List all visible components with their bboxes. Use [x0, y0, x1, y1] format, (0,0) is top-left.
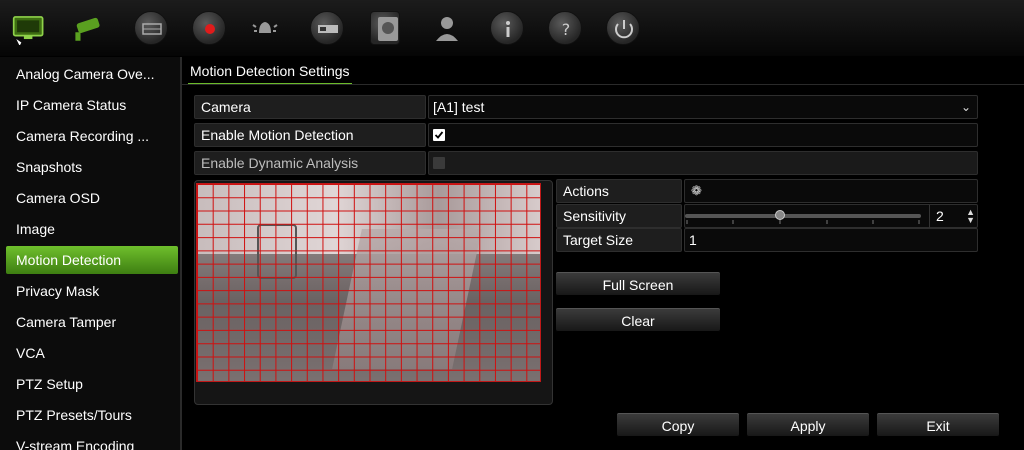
sidebar-item-ptz-setup[interactable]: PTZ Setup [6, 370, 178, 398]
motion-grid-overlay [197, 184, 540, 381]
motion-area-grid[interactable] [196, 183, 541, 382]
top-toolbar: ? [0, 0, 1024, 56]
slider-thumb[interactable] [775, 210, 785, 220]
camera-icon[interactable] [72, 11, 112, 45]
sensitivity-label: Sensitivity [556, 204, 682, 228]
target-size-row: Target Size 1 [556, 228, 978, 252]
device-icon[interactable] [310, 11, 344, 45]
network-icon[interactable] [134, 11, 168, 45]
sidebar-item-ptz-presets-tours[interactable]: PTZ Presets/Tours [6, 401, 178, 429]
sidebar-item-motion-detection[interactable]: Motion Detection [6, 246, 178, 274]
enable-motion-field [428, 123, 978, 147]
sidebar-item-analog-camera-overview[interactable]: Analog Camera Ove... [6, 60, 178, 88]
user-icon[interactable] [430, 11, 464, 45]
target-size-input[interactable]: 1 [684, 228, 978, 252]
clear-button[interactable]: Clear [556, 308, 720, 332]
full-screen-button[interactable]: Full Screen [556, 272, 720, 296]
enable-dynamic-checkbox[interactable] [433, 157, 445, 169]
power-icon[interactable] [606, 11, 640, 45]
gear-icon[interactable]: ❁ [691, 184, 705, 198]
sidebar-item-vstream-encoding[interactable]: V-stream Encoding [6, 432, 178, 450]
sidebar-item-camera-osd[interactable]: Camera OSD [6, 184, 178, 212]
alarm-icon[interactable] [248, 11, 282, 45]
tab-motion-detection-settings[interactable]: Motion Detection Settings [188, 59, 352, 85]
actions-row: Actions ❁ [556, 179, 978, 203]
target-size-label: Target Size [556, 228, 682, 252]
sidebar-item-ip-camera-status[interactable]: IP Camera Status [6, 91, 178, 119]
copy-button[interactable]: Copy [617, 413, 739, 437]
chevron-down-icon: ⌄ [960, 100, 971, 114]
sidebar-item-vca[interactable]: VCA [6, 339, 178, 367]
info-icon[interactable] [490, 11, 524, 45]
sidebar-item-privacy-mask[interactable]: Privacy Mask [6, 277, 178, 305]
sensitivity-spinner[interactable]: 2 ▲ ▼ [929, 205, 979, 229]
sidebar-item-camera-tamper[interactable]: Camera Tamper [6, 308, 178, 336]
tab-divider [182, 84, 1024, 85]
help-icon[interactable]: ? [548, 11, 582, 45]
enable-dynamic-field [428, 151, 978, 175]
slider-ticks [686, 220, 920, 224]
storage-icon[interactable] [370, 11, 400, 45]
sensitivity-field: 2 ▲ ▼ [684, 204, 979, 229]
camera-select[interactable]: [A1] test ⌄ [428, 95, 978, 119]
slider-track [685, 214, 921, 218]
record-icon[interactable] [192, 11, 226, 45]
sensitivity-value: 2 [936, 208, 944, 224]
sensitivity-row: Sensitivity 2 ▲ ▼ [556, 204, 979, 229]
enable-motion-row: Enable Motion Detection [194, 123, 978, 147]
enable-dynamic-row: Enable Dynamic Analysis [194, 151, 978, 175]
sidebar: Analog Camera Ove... IP Camera Status Ca… [0, 57, 182, 450]
enable-motion-checkbox[interactable] [433, 129, 445, 141]
sidebar-item-camera-recording[interactable]: Camera Recording ... [6, 122, 178, 150]
actions-field: ❁ [684, 179, 978, 203]
monitor-icon[interactable] [12, 11, 52, 45]
sidebar-item-image[interactable]: Image [6, 215, 178, 243]
camera-label: Camera [194, 95, 426, 119]
spinner-arrows-icon[interactable]: ▲ ▼ [966, 208, 975, 225]
camera-select-value: [A1] test [433, 99, 485, 115]
apply-button[interactable]: Apply [747, 413, 869, 437]
sidebar-item-snapshots[interactable]: Snapshots [6, 153, 178, 181]
actions-label: Actions [556, 179, 682, 203]
exit-button[interactable]: Exit [877, 413, 999, 437]
enable-dynamic-label: Enable Dynamic Analysis [194, 151, 426, 175]
svg-text:?: ? [562, 20, 571, 39]
camera-row: Camera [A1] test ⌄ [194, 95, 978, 119]
sensitivity-slider[interactable] [685, 205, 921, 229]
enable-motion-label: Enable Motion Detection [194, 123, 426, 147]
